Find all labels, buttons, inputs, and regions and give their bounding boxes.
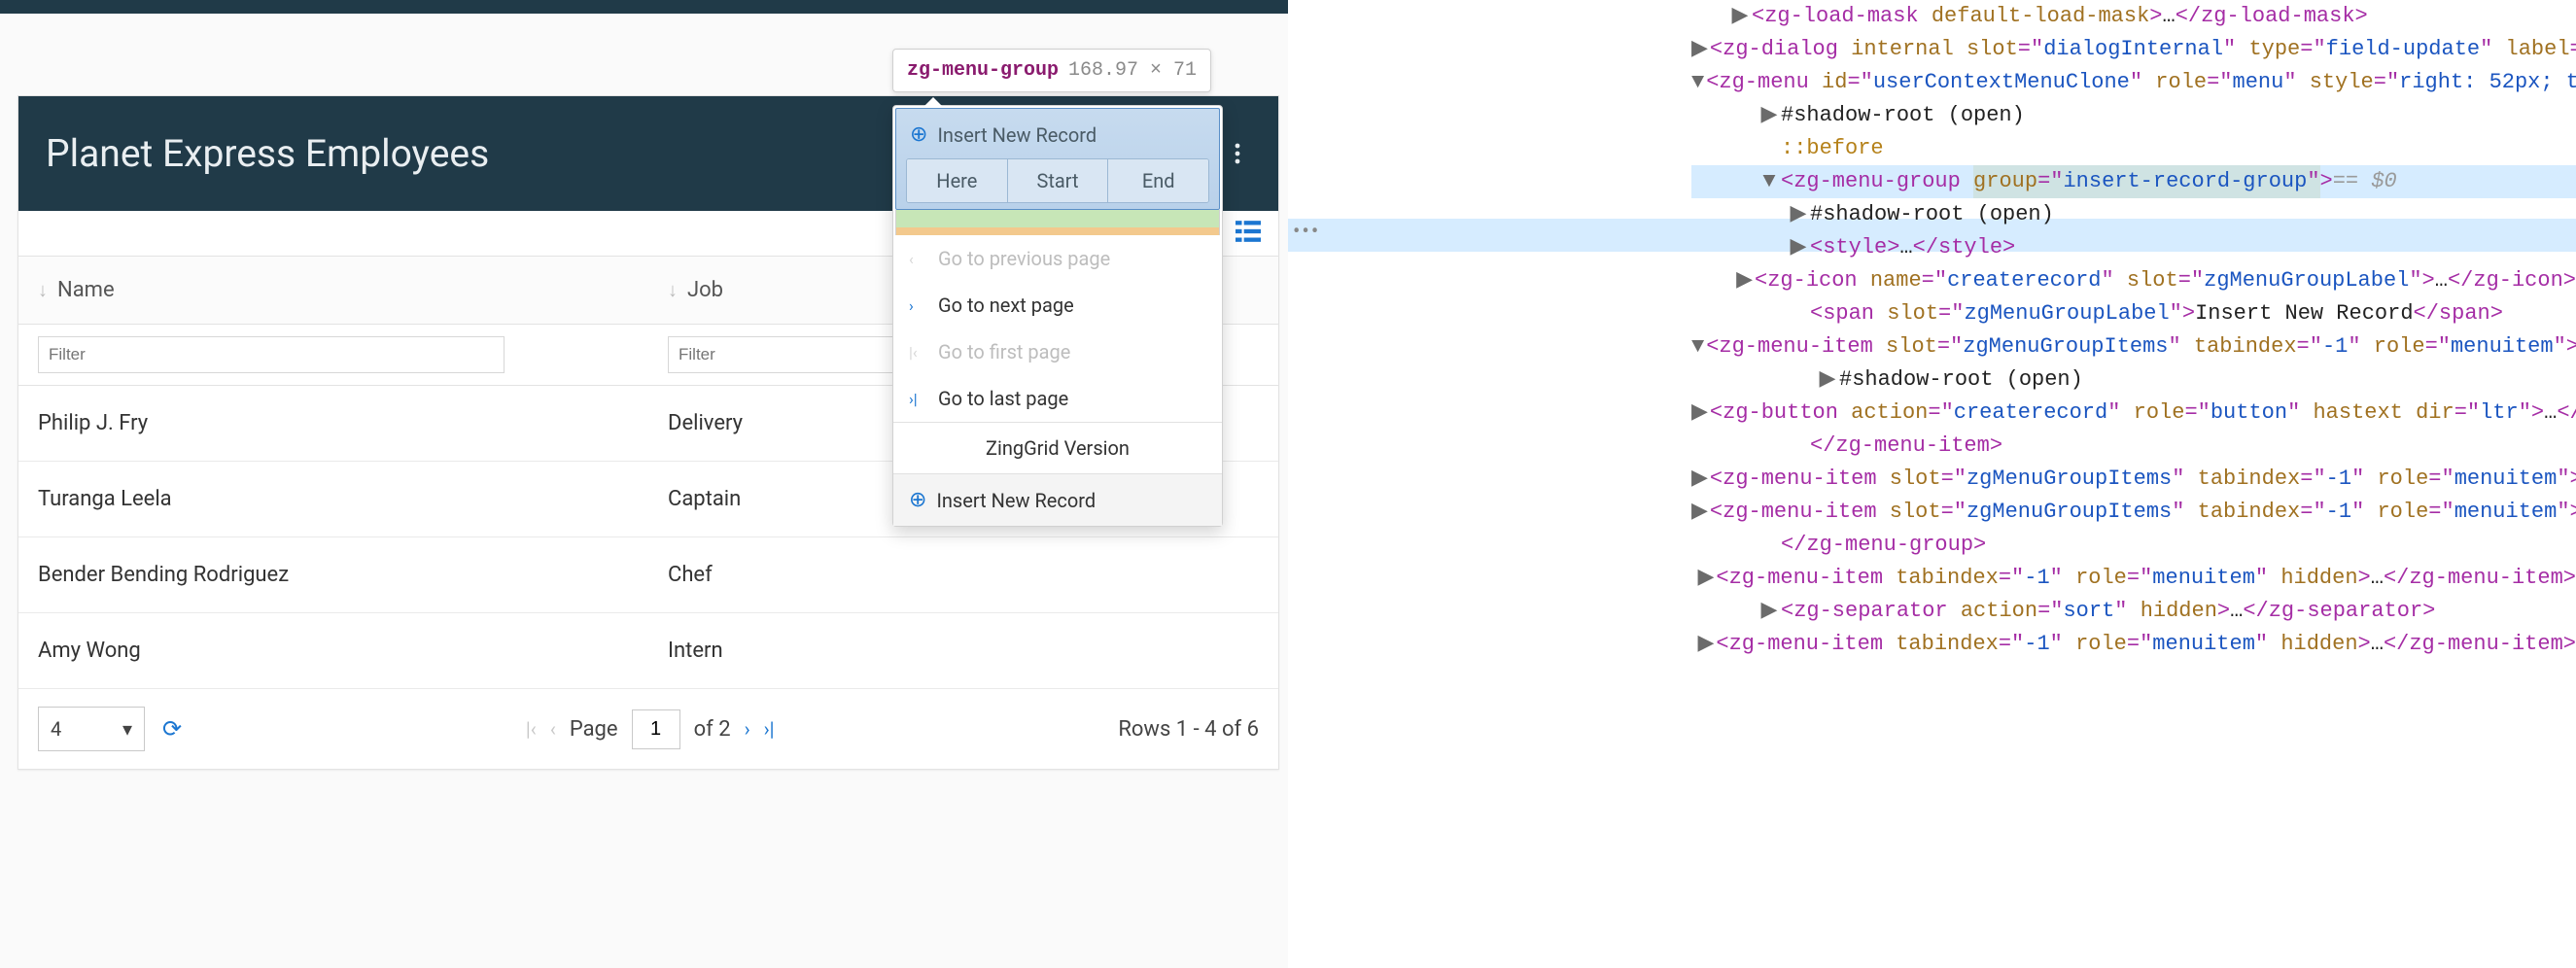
- dom-node[interactable]: ▶<zg-dialog internal slot="dialogInterna…: [1691, 33, 2576, 66]
- dom-pseudo[interactable]: ::before: [1691, 132, 2576, 165]
- segment-start[interactable]: Start: [1008, 159, 1109, 202]
- last-page-icon: ›|: [909, 390, 926, 408]
- cell-name: Bender Bending Rodriguez: [18, 537, 648, 612]
- last-page-icon[interactable]: ›|: [764, 717, 775, 741]
- dom-node[interactable]: ▶<zg-menu-item tabindex="-1" role="menui…: [1691, 628, 2576, 661]
- pager: 4 ▾ ⟳ |‹ ‹ Page of 2 › ›| Rows 1 - 4 of …: [18, 689, 1278, 769]
- dom-node-close[interactable]: </zg-menu-item>: [1691, 430, 2576, 463]
- page-of-label: of 2: [694, 717, 731, 742]
- dom-node-close[interactable]: </zg-menu-group>: [1691, 529, 2576, 562]
- menu-item-insert-record[interactable]: ⊕ Insert New Record: [893, 473, 1222, 526]
- tooltip-tag: zg-menu-group: [907, 59, 1059, 82]
- dom-node[interactable]: ▶<zg-icon name="createrecord" slot="zgMe…: [1691, 264, 2576, 297]
- layout-list-icon[interactable]: [1236, 221, 1261, 246]
- menu-item-version[interactable]: ZingGrid Version: [893, 422, 1222, 473]
- menu-item-last-page[interactable]: ›| Go to last page: [893, 375, 1222, 422]
- next-page-icon[interactable]: ›: [745, 717, 750, 741]
- grid-kebab-icon[interactable]: [1224, 142, 1251, 165]
- menu-group-header[interactable]: ⊕ Insert New Record: [898, 111, 1217, 158]
- page-input[interactable]: [632, 709, 680, 749]
- menu-item-label: Go to previous page: [938, 247, 1110, 270]
- dom-node[interactable]: ▼<zg-menu id="userContextMenuClone" role…: [1691, 66, 2576, 99]
- menu-item-label: Insert New Record: [936, 489, 1096, 512]
- menu-item-label: Go to first page: [938, 340, 1070, 363]
- column-label: Job: [687, 278, 723, 302]
- menu-item-next-page[interactable]: › Go to next page: [893, 282, 1222, 328]
- chevron-right-icon: ›: [909, 296, 926, 315]
- column-label: Name: [57, 278, 115, 302]
- cell-name: Philip J. Fry: [18, 386, 648, 461]
- page-size-value: 4: [51, 717, 61, 741]
- cell-job: Chef: [648, 537, 1278, 612]
- dom-node[interactable]: ▶<zg-menu-item slot="zgMenuGroupItems" t…: [1691, 496, 2576, 529]
- dom-node[interactable]: ▶<zg-load-mask default-load-mask>…</zg-l…: [1691, 0, 2576, 33]
- sort-icon: ↓: [668, 278, 678, 302]
- dom-node[interactable]: ▶<zg-menu-item slot="zgMenuGroupItems" t…: [1691, 463, 2576, 496]
- caret-down-icon: ▾: [122, 717, 132, 741]
- column-header-name[interactable]: ↓ Name: [18, 257, 648, 324]
- page-label: Page: [570, 717, 618, 742]
- menu-item-label: Go to last page: [938, 387, 1068, 410]
- cell-job: Intern: [648, 613, 1278, 688]
- inspect-tooltip: zg-menu-group 168.97 × 71: [892, 49, 1211, 92]
- first-page-icon: |‹: [909, 343, 926, 362]
- rows-summary: Rows 1 - 4 of 6: [1118, 717, 1259, 742]
- menu-group-label: Insert New Record: [937, 123, 1097, 147]
- chevron-left-icon: ‹: [909, 250, 926, 268]
- dom-shadow-root[interactable]: ▶#shadow-root (open): [1691, 363, 2576, 397]
- page-size-select[interactable]: 4 ▾: [38, 707, 145, 751]
- dom-shadow-root[interactable]: ▶#shadow-root (open): [1691, 99, 2576, 132]
- menu-item-prev-page: ‹ Go to previous page: [893, 235, 1222, 282]
- segment-here[interactable]: Here: [907, 159, 1008, 202]
- highlight-padding-overlay: [895, 210, 1220, 227]
- dom-node[interactable]: ▶<style>…</style>: [1691, 231, 2576, 264]
- dom-node-selected[interactable]: ▼<zg-menu-group group="insert-record-gro…: [1691, 165, 2576, 198]
- dom-shadow-root[interactable]: ▶#shadow-root (open): [1691, 198, 2576, 231]
- ellipsis-icon[interactable]: •••: [1293, 220, 1320, 244]
- filter-input-name[interactable]: [38, 336, 505, 373]
- table-row[interactable]: Bender Bending Rodriguez Chef: [18, 537, 1278, 613]
- table-row[interactable]: Amy Wong Intern: [18, 613, 1278, 689]
- sort-icon: ↓: [38, 278, 48, 302]
- dom-node[interactable]: ▼<zg-menu-item slot="zgMenuGroupItems" t…: [1691, 330, 2576, 363]
- highlight-margin-overlay: [895, 227, 1220, 235]
- first-page-icon[interactable]: |‹: [526, 717, 537, 741]
- cell-name: Amy Wong: [18, 613, 648, 688]
- top-strip: [0, 0, 1288, 14]
- prev-page-icon[interactable]: ‹: [550, 717, 556, 741]
- grid-title: Planet Express Employees: [46, 131, 489, 176]
- insert-record-group: ⊕ Insert New Record Here Start End: [895, 108, 1220, 210]
- menu-item-label: Go to next page: [938, 294, 1074, 317]
- plus-circle-icon: ⊕: [910, 122, 927, 147]
- refresh-icon[interactable]: ⟳: [162, 715, 182, 743]
- dom-node[interactable]: ▶<zg-separator action="sort" hidden>…</z…: [1691, 595, 2576, 628]
- tooltip-dimensions: 168.97 × 71: [1068, 59, 1197, 82]
- context-menu: ⊕ Insert New Record Here Start End ‹ Go …: [892, 105, 1223, 527]
- plus-circle-icon: ⊕: [909, 488, 926, 512]
- app-viewport: Planet Express Employees ↓ Name ↓: [0, 0, 1288, 968]
- dom-node[interactable]: ▶<zg-button action="createrecord" role="…: [1691, 397, 2576, 430]
- cell-name: Turanga Leela: [18, 462, 648, 536]
- segment-end[interactable]: End: [1108, 159, 1208, 202]
- devtools-elements-tree[interactable]: ▶<zg-load-mask default-load-mask>…</zg-l…: [1691, 0, 2576, 661]
- menu-item-first-page: |‹ Go to first page: [893, 328, 1222, 375]
- dom-node[interactable]: ▶<zg-menu-item tabindex="-1" role="menui…: [1691, 562, 2576, 595]
- dom-node[interactable]: <span slot="zgMenuGroupLabel">Insert New…: [1691, 297, 2576, 330]
- insert-position-segmented: Here Start End: [906, 158, 1209, 203]
